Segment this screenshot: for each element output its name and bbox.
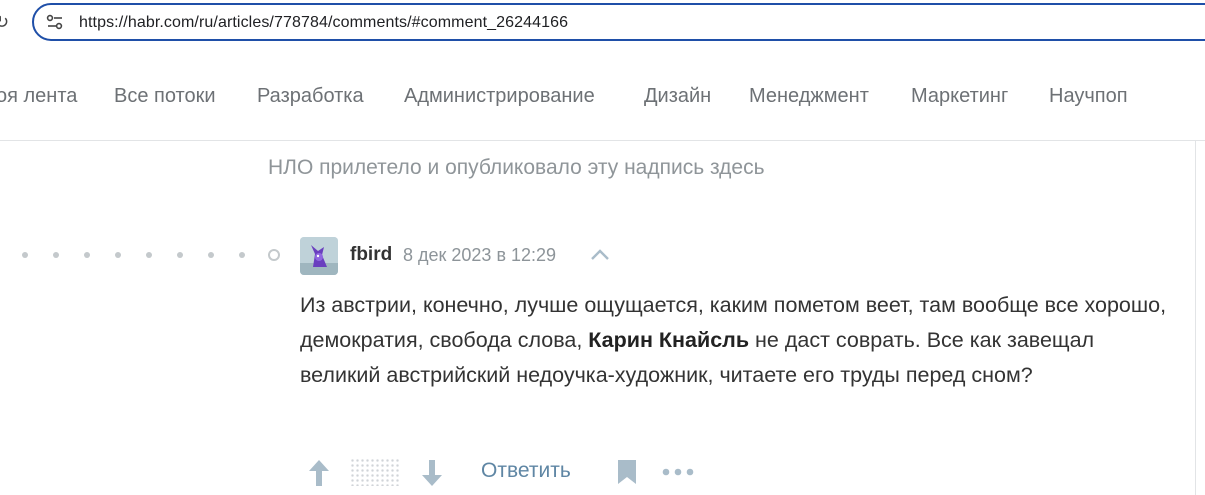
nav-item-all-streams[interactable]: Все потоки	[114, 85, 216, 108]
reply-button[interactable]: Ответить	[481, 459, 571, 483]
nav-item-my-feed[interactable]: оя лента	[0, 85, 77, 108]
thread-dot	[84, 252, 90, 258]
arrow-down-icon[interactable]	[421, 459, 443, 487]
thread-dot	[115, 252, 121, 258]
nav-item-design[interactable]: Дизайн	[644, 85, 711, 108]
nav-item-management[interactable]: Менеджмент	[749, 85, 869, 108]
nav-item-popsci[interactable]: Научпоп	[1049, 85, 1128, 108]
thread-dot	[208, 252, 214, 258]
more-dots-icon[interactable]	[662, 468, 694, 476]
arrow-up-icon[interactable]	[308, 459, 330, 487]
score-placeholder	[350, 458, 400, 486]
thread-dot	[53, 252, 59, 258]
thread-dot	[146, 252, 152, 258]
comment-date[interactable]: 8 дек 2023 в 12:29	[403, 245, 556, 266]
reload-icon[interactable]: ↻	[0, 12, 9, 33]
comment-author[interactable]: fbird	[350, 244, 392, 266]
browser-toolbar: ↻ https://habr.com/ru/articles/778784/co…	[0, 0, 1205, 53]
comment-text-mention: Карин Кнайсль	[588, 328, 750, 352]
url-text[interactable]: https://habr.com/ru/articles/778784/comm…	[79, 14, 568, 32]
site-settings-icon[interactable]	[46, 14, 64, 30]
hubs-nav: оя лента Все потоки Разработка Администр…	[0, 52, 1205, 141]
nav-item-administration[interactable]: Администрирование	[404, 85, 595, 108]
thread-dot	[239, 252, 245, 258]
thread-dot	[177, 252, 183, 258]
nav-item-development[interactable]: Разработка	[257, 85, 364, 108]
ufo-notice: НЛО прилетело и опубликовало эту надпись…	[268, 156, 765, 179]
address-bar[interactable]: https://habr.com/ru/articles/778784/comm…	[32, 3, 1205, 41]
avatar[interactable]	[300, 237, 338, 275]
nav-item-marketing[interactable]: Маркетинг	[911, 85, 1008, 108]
comment-text: Из австрии, конечно, лучше ощущается, ка…	[300, 288, 1180, 393]
thread-current-ring	[268, 249, 280, 261]
comments-area: НЛО прилетело и опубликовало эту надпись…	[0, 141, 1196, 495]
avatar-image	[300, 237, 338, 275]
bookmark-icon[interactable]	[617, 459, 637, 485]
chevron-up-icon[interactable]	[590, 247, 610, 261]
comment-actions: Ответить	[300, 455, 720, 491]
thread-dot	[22, 252, 28, 258]
